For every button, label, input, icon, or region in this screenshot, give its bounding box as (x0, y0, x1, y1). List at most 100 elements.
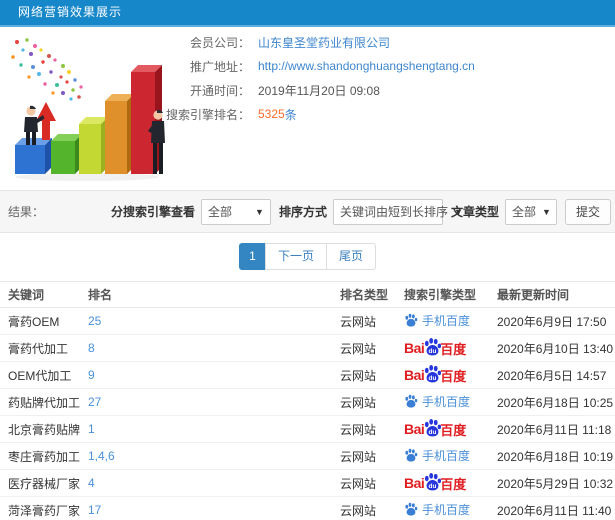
engine-select-value: 全部 (207, 205, 232, 219)
keyword-cell: OEM代加工 (0, 361, 80, 389)
sort-filter-label: 排序方式 (278, 205, 327, 219)
engine-type-cell: Bai du 百度 (396, 334, 489, 362)
updated-cell: 2020年6月11日 11:18 (489, 415, 615, 443)
article-type-select-value: 全部 (511, 205, 536, 219)
company-link[interactable]: 山东皇圣堂药业有限公司 (258, 34, 390, 51)
keyword-cell: 北京膏药贴牌 (0, 415, 80, 443)
engine-type-cell: Bai du 百度 (396, 469, 489, 497)
rank-type-cell: 云网站 (332, 388, 396, 416)
rank-link[interactable]: 9 (88, 368, 95, 382)
baidu-paw-icon (405, 448, 418, 462)
rank-link[interactable]: 27 (88, 395, 101, 409)
sort-select-value: 关键词由短到长排序 (339, 205, 448, 219)
mobile-baidu-logo: 手机百度 (404, 447, 470, 464)
svg-text:du: du (429, 429, 437, 436)
keyword-cell: 膏药代加工 (0, 334, 80, 362)
url-label: 推广地址： (189, 59, 250, 74)
engine-type-cell: 手机百度 (396, 496, 489, 520)
engine-type-cell: 手机百度 (396, 307, 489, 335)
rank-link[interactable]: 25 (88, 314, 101, 328)
keyword-cell: 枣庄膏药加工 (0, 442, 80, 470)
engine-select[interactable]: 全部 ▼ (200, 198, 271, 225)
title-bar: 网络营销效果展示 (0, 0, 615, 27)
page-number-current[interactable]: 1 (238, 243, 266, 270)
result-label: 结果： (8, 205, 45, 219)
table-row: OEM代加工 9 云网站 Bai du 百度 2020年6月5日 14:57 (0, 361, 615, 389)
baidu-logo: Bai du 百度 (404, 472, 466, 495)
updated-cell: 2020年6月5日 14:57 (489, 361, 615, 389)
mobile-baidu-logo: 手机百度 (404, 501, 470, 518)
rank-cell: 8 (80, 334, 332, 362)
next-page-button[interactable]: 下一页 (264, 243, 327, 270)
rank-type-cell: 云网站 (332, 415, 396, 443)
rank-link[interactable]: 4 (88, 476, 95, 490)
mobile-baidu-logo: 手机百度 (404, 393, 470, 410)
rank-link[interactable]: 1 (88, 422, 95, 436)
company-label: 会员公司： (189, 35, 250, 50)
rank-count: 5325 (258, 107, 285, 121)
keyword-cell: 膏药OEM (0, 307, 80, 335)
table-row: 药贴牌代加工 27 云网站 手机百度 2020年6月18日 10:25 (0, 388, 615, 416)
last-page-button[interactable]: 尾页 (326, 243, 377, 270)
table-row: 北京膏药贴牌 1 云网站 Bai du 百度 2020年6月11日 11:18 (0, 415, 615, 443)
updated-cell: 2020年5月29日 10:32 (489, 469, 615, 497)
engine-filter-label: 分搜索引擎查看 (110, 205, 195, 219)
article-type-label: 文章类型 (450, 205, 499, 219)
chevron-down-icon: ▼ (542, 206, 551, 217)
rank-link[interactable]: 8 (88, 341, 95, 355)
pagination: 1 下一页 尾页 (0, 243, 615, 270)
col-keyword: 关键词 (0, 281, 80, 308)
rank-cell: 1,4,6 (80, 442, 332, 470)
engine-type-cell: Bai du 百度 (396, 415, 489, 443)
svg-text:du: du (429, 375, 437, 382)
confetti-dots (11, 38, 83, 101)
article-type-select[interactable]: 全部 ▼ (504, 198, 557, 225)
rank-cell: 1 (80, 415, 332, 443)
table-row: 膏药OEM 25 云网站 手机百度 2020年6月9日 17:50 (0, 307, 615, 335)
keyword-table-body: 膏药OEM 25 云网站 手机百度 2020年6月9日 17:50 膏药代加工 8 云网站 Ba… (0, 307, 615, 520)
sort-select[interactable]: 关键词由短到长排序 ▼ (332, 198, 463, 225)
chevron-down-icon: ▼ (255, 206, 264, 217)
updated-cell: 2020年6月9日 17:50 (489, 307, 615, 335)
rank-link[interactable]: 17 (88, 503, 101, 517)
rank-type-cell: 云网站 (332, 469, 396, 497)
rank-type-cell: 云网站 (332, 361, 396, 389)
submit-button[interactable]: 提交 (564, 198, 611, 225)
rank-cell: 27 (80, 388, 332, 416)
promo-url-link[interactable]: http://www.shandonghuangshengtang.cn (258, 59, 475, 73)
filter-bar: 结果： 分搜索引擎查看 全部 ▼ 排序方式 关键词由短到长排序 ▼ 文章类型 全… (0, 190, 615, 233)
member-company-row: 会员公司： 山东皇圣堂药业有限公司 (158, 30, 598, 54)
table-row: 医疗器械厂家 4 云网站 Bai du 百度 2020年5月29日 10:32 (0, 469, 615, 497)
col-rank-type: 排名类型 (332, 281, 396, 308)
table-header-row: 关键词 排名 排名类型 搜索引擎类型 最新更新时间 (0, 281, 615, 308)
rank-type-cell: 云网站 (332, 307, 396, 335)
updated-cell: 2020年6月10日 13:40 (489, 334, 615, 362)
keyword-cell: 医疗器械厂家 (0, 469, 80, 497)
baidu-paw-icon (405, 502, 418, 516)
member-rank-row: 搜索引擎排名： 5325 条 (158, 102, 598, 126)
col-rank: 排名 (80, 281, 332, 308)
rank-cell: 4 (80, 469, 332, 497)
rank-cell: 9 (80, 361, 332, 389)
member-info: 会员公司： 山东皇圣堂药业有限公司 推广地址： http://www.shand… (158, 30, 598, 126)
keyword-table: 关键词 排名 排名类型 搜索引擎类型 最新更新时间 膏药OEM 25 云网站 手机百度… (0, 281, 615, 520)
updated-cell: 2020年6月11日 11:40 (489, 496, 615, 520)
table-row: 膏药代加工 8 云网站 Bai du 百度 2020年6月10日 13:40 (0, 334, 615, 362)
open-time-label: 开通时间： (189, 83, 250, 98)
page: 网络营销效果展示 会员公司： 山东皇圣堂药业有限公司 推广地址： http://… (0, 0, 615, 520)
updated-cell: 2020年6月18日 10:19 (489, 442, 615, 470)
keyword-table-wrap: 关键词 排名 排名类型 搜索引擎类型 最新更新时间 膏药OEM 25 云网站 手机百度… (0, 281, 615, 520)
col-engine-type: 搜索引擎类型 (396, 281, 489, 308)
table-row: 菏泽膏药厂家 17 云网站 手机百度 2020年6月11日 11:40 (0, 496, 615, 520)
rank-type-cell: 云网站 (332, 334, 396, 362)
engine-rank-label: 搜索引擎排名： (165, 107, 250, 122)
baidu-logo: Bai du 百度 (404, 364, 466, 387)
engine-type-cell: 手机百度 (396, 388, 489, 416)
rank-count-unit: 条 (284, 107, 297, 122)
rank-cell: 25 (80, 307, 332, 335)
col-updated: 最新更新时间 (489, 281, 615, 308)
rank-link[interactable]: 1,4,6 (88, 449, 115, 463)
keyword-cell: 菏泽膏药厂家 (0, 496, 80, 520)
rank-type-cell: 云网站 (332, 496, 396, 520)
bar-orange (105, 94, 134, 174)
